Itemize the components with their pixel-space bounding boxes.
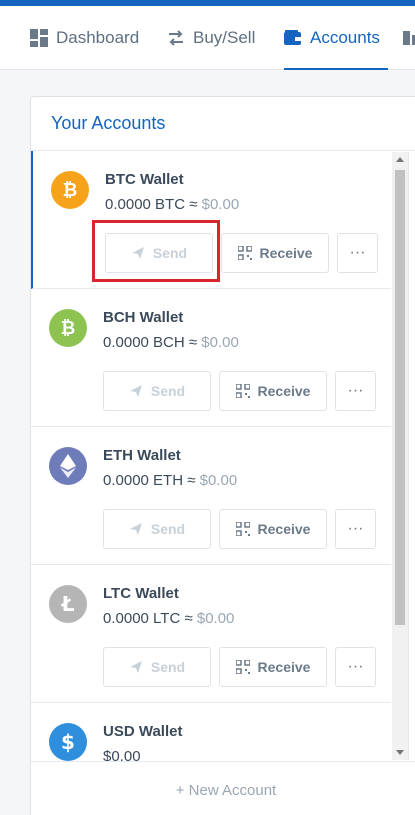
dashboard-icon — [30, 28, 48, 47]
qr-code-icon — [237, 246, 252, 260]
fiat-balance: $0.00 — [201, 334, 239, 351]
crypto-balance: 0.0000 BTC — [105, 196, 186, 213]
send-label: Send — [150, 383, 186, 399]
receive-button[interactable]: Receive — [221, 233, 329, 273]
more-options-button[interactable]: ··· — [335, 371, 376, 411]
accounts-panel: Your Accounts ₿ BTC Wallet 0.0000 BTC ≈ … — [30, 96, 415, 815]
receive-label: Receive — [257, 521, 311, 537]
wallet-icon — [284, 29, 302, 47]
top-navigation: Dashboard Buy/Sell Accounts — [0, 6, 415, 70]
nav-dashboard[interactable]: Dashboard — [30, 6, 139, 70]
litecoin-icon: Ł — [49, 585, 87, 623]
wallet-name: LTC Wallet — [103, 585, 179, 602]
wallet-balance: 0.0000 ETH ≈ $0.00 — [103, 472, 237, 489]
send-button[interactable]: Send — [103, 371, 211, 411]
dollar-icon: $ — [49, 723, 87, 761]
wallet-name: BCH Wallet — [103, 309, 184, 326]
crypto-balance: 0.0000 BCH — [103, 334, 185, 351]
send-button[interactable]: Send — [103, 509, 211, 549]
bitcoin-icon: ₿ — [51, 171, 89, 209]
receive-label: Receive — [257, 659, 311, 675]
scroll-down-arrow-icon[interactable] — [396, 750, 404, 755]
wallet-name: USD Wallet — [103, 723, 183, 740]
wallet-balance: 0.0000 BCH ≈ $0.00 — [103, 334, 239, 351]
send-label: Send — [150, 659, 186, 675]
panel-title: Your Accounts — [31, 97, 415, 151]
approx-sign: ≈ — [180, 610, 197, 627]
nav-dashboard-label: Dashboard — [56, 27, 140, 47]
svg-text:Ł: Ł — [61, 593, 75, 615]
wallet-name: ETH Wallet — [103, 447, 181, 464]
scrollbar-thumb[interactable] — [395, 170, 405, 625]
paper-plane-icon — [129, 660, 143, 674]
ethereum-icon — [49, 447, 87, 485]
send-button[interactable]: Send — [105, 233, 213, 273]
wallet-name: BTC Wallet — [105, 171, 184, 188]
tools-icon — [403, 29, 415, 47]
nav-accounts[interactable]: Accounts — [284, 6, 388, 70]
send-button[interactable]: Send — [103, 647, 211, 687]
scroll-up-arrow-icon[interactable] — [396, 157, 404, 162]
wallet-balance: $0.00 — [103, 748, 141, 761]
paper-plane-icon — [129, 384, 143, 398]
nav-accounts-label: Accounts — [310, 27, 380, 47]
account-row-usd[interactable]: $ USD Wallet $0.00 — [31, 703, 391, 761]
receive-button[interactable]: Receive — [219, 371, 327, 411]
bitcoin-cash-icon: ₿ — [49, 309, 87, 347]
nav-buysell-label: Buy/Sell — [193, 27, 256, 47]
approx-sign: ≈ — [183, 472, 200, 489]
nav-more-item[interactable] — [403, 6, 415, 70]
crypto-balance: 0.0000 ETH — [103, 472, 184, 489]
swap-arrows-icon — [167, 29, 185, 47]
svg-text:₿: ₿ — [63, 180, 78, 201]
svg-text:₿: ₿ — [61, 318, 76, 339]
qr-code-icon — [235, 384, 250, 398]
adjacent-panel-edge — [408, 152, 415, 760]
send-label: Send — [152, 245, 188, 261]
fiat-balance: $0.00 — [201, 196, 240, 213]
receive-label: Receive — [259, 245, 313, 261]
receive-button[interactable]: Receive — [219, 509, 327, 549]
more-options-button[interactable]: ··· — [335, 509, 376, 549]
account-row-btc[interactable]: ₿ BTC Wallet 0.0000 BTC ≈ $0.00 Send Rec… — [31, 151, 391, 289]
more-options-button[interactable]: ··· — [335, 647, 376, 687]
send-label: Send — [150, 521, 186, 537]
approx-sign: ≈ — [185, 196, 202, 213]
paper-plane-icon — [131, 246, 145, 260]
qr-code-icon — [235, 660, 250, 674]
wallet-balance: 0.0000 BTC ≈ $0.00 — [105, 196, 239, 213]
receive-label: Receive — [257, 383, 311, 399]
account-row-bch[interactable]: ₿ BCH Wallet 0.0000 BCH ≈ $0.00 Send Rec… — [31, 289, 391, 427]
paper-plane-icon — [129, 522, 143, 536]
more-options-button[interactable]: ··· — [337, 233, 378, 273]
wallet-balance: 0.0000 LTC ≈ $0.00 — [103, 610, 234, 627]
approx-sign: ≈ — [184, 334, 202, 351]
fiat-balance: $0.00 — [199, 472, 238, 489]
new-account-button[interactable]: + New Account — [31, 761, 415, 815]
accounts-scrollbar[interactable] — [392, 152, 408, 760]
account-row-ltc[interactable]: Ł LTC Wallet 0.0000 LTC ≈ $0.00 Send Rec… — [31, 565, 391, 703]
nav-buysell[interactable]: Buy/Sell — [167, 6, 255, 70]
crypto-balance: 0.0000 LTC — [103, 610, 181, 627]
crypto-balance: $0.00 — [103, 748, 141, 761]
accounts-list: ₿ BTC Wallet 0.0000 BTC ≈ $0.00 Send Rec… — [31, 151, 391, 761]
account-row-eth[interactable]: ETH Wallet 0.0000 ETH ≈ $0.00 Send Recei… — [31, 427, 391, 565]
fiat-balance: $0.00 — [196, 610, 235, 627]
svg-text:$: $ — [61, 730, 75, 754]
qr-code-icon — [235, 522, 250, 536]
receive-button[interactable]: Receive — [219, 647, 327, 687]
